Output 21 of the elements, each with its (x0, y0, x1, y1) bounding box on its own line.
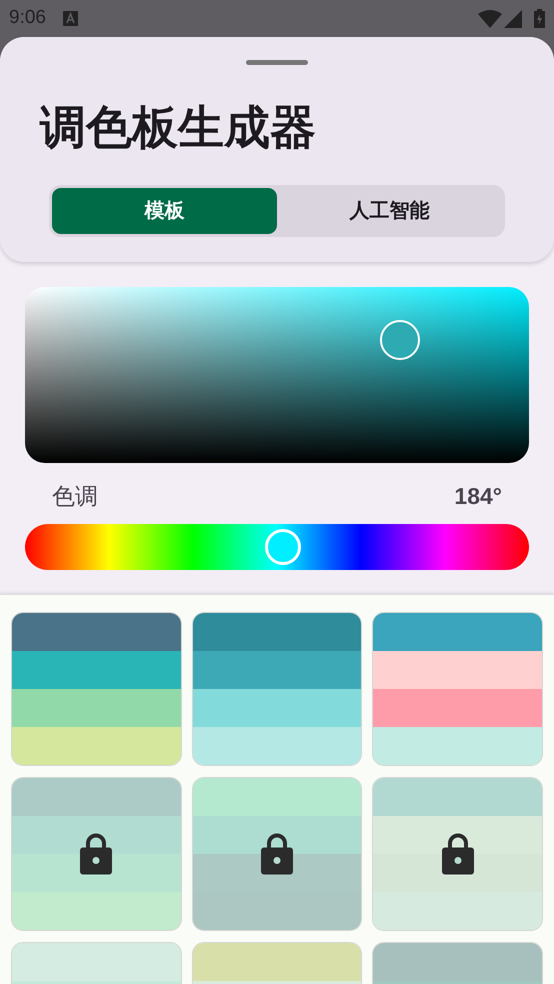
hue-value: 184° (454, 482, 502, 511)
mode-tab[interactable]: 人工智能 (277, 188, 502, 234)
lock-icon (442, 833, 474, 874)
lock-icon (80, 833, 112, 874)
app-title: 调色板生成器 (40, 100, 317, 155)
hue-thumb[interactable] (264, 528, 301, 564)
drag-handle[interactable] (246, 60, 308, 65)
keyboard-icon (62, 11, 78, 26)
status-time: 9:06 (9, 6, 46, 30)
wifi-icon (478, 10, 502, 28)
hue-slider[interactable] (25, 524, 529, 570)
palette-card[interactable] (192, 776, 362, 930)
lock-icon (260, 833, 293, 874)
mode-tab[interactable]: 模板 (52, 188, 277, 234)
picker-thumb[interactable] (380, 320, 420, 360)
battery-charging-icon (534, 9, 545, 28)
palette-card[interactable] (11, 776, 182, 930)
hue-label: 色调 (52, 482, 98, 511)
saturation-brightness-picker[interactable] (25, 287, 529, 463)
signal-icon (504, 10, 522, 28)
palette-card[interactable] (372, 776, 543, 930)
